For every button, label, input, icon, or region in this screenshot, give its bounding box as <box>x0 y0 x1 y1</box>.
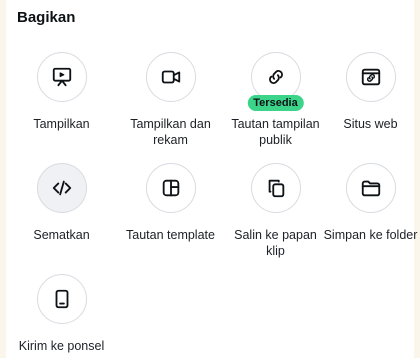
share-option-label: Kirim ke ponsel <box>18 339 105 353</box>
status-badge: Tersedia <box>247 95 304 111</box>
phone-icon <box>55 289 68 309</box>
share-option-present[interactable]: Tampilkan <box>10 52 113 132</box>
present-icon <box>52 67 71 87</box>
share-option-embed[interactable]: Sematkan <box>10 163 113 243</box>
share-option-send-phone[interactable]: Kirim ke ponsel <box>10 274 113 354</box>
share-option-label: Tampilkan <box>33 117 90 131</box>
share-option-copy-clipboard[interactable]: Salin ke papan klip <box>224 163 327 259</box>
link-icon <box>268 70 283 84</box>
code-icon <box>52 180 71 196</box>
copy-clipboard-button[interactable] <box>250 163 301 213</box>
share-option-label: Salin ke papan klip <box>234 228 317 258</box>
panel-title: Bagikan <box>17 9 76 26</box>
template-link-button[interactable] <box>145 163 196 213</box>
share-option-label: Tautan template <box>126 228 215 242</box>
template-icon <box>162 179 179 197</box>
share-option-label: Situs web <box>343 117 398 131</box>
send-phone-button[interactable] <box>36 274 87 324</box>
share-option-label: Sematkan <box>33 228 90 242</box>
website-icon <box>361 68 380 86</box>
public-link-button[interactable]: Tersedia <box>247 52 304 111</box>
folder-icon <box>361 180 380 197</box>
embed-button[interactable] <box>36 163 87 213</box>
share-option-template-link[interactable]: Tautan template <box>119 163 222 243</box>
share-option-present-record[interactable]: Tampilkan dan rekam <box>119 52 222 148</box>
save-folder-button[interactable] <box>345 163 396 213</box>
present-button[interactable] <box>36 52 87 102</box>
share-option-save-folder[interactable]: Simpan ke folder <box>319 163 420 243</box>
video-camera-icon <box>161 70 180 84</box>
copy-icon <box>268 179 284 198</box>
share-option-website[interactable]: Situs web <box>319 52 420 132</box>
share-option-public-link[interactable]: Tersedia Tautan tampilan publik <box>224 52 327 148</box>
present-record-button[interactable] <box>145 52 196 102</box>
website-button[interactable] <box>345 52 396 102</box>
share-option-label: Simpan ke folder <box>323 228 418 242</box>
share-option-label: Tautan tampilan publik <box>231 117 320 147</box>
share-option-label: Tampilkan dan rekam <box>130 117 211 147</box>
share-panel: Bagikan Tampilkan Tampilkan dan rekam Te… <box>0 0 420 358</box>
